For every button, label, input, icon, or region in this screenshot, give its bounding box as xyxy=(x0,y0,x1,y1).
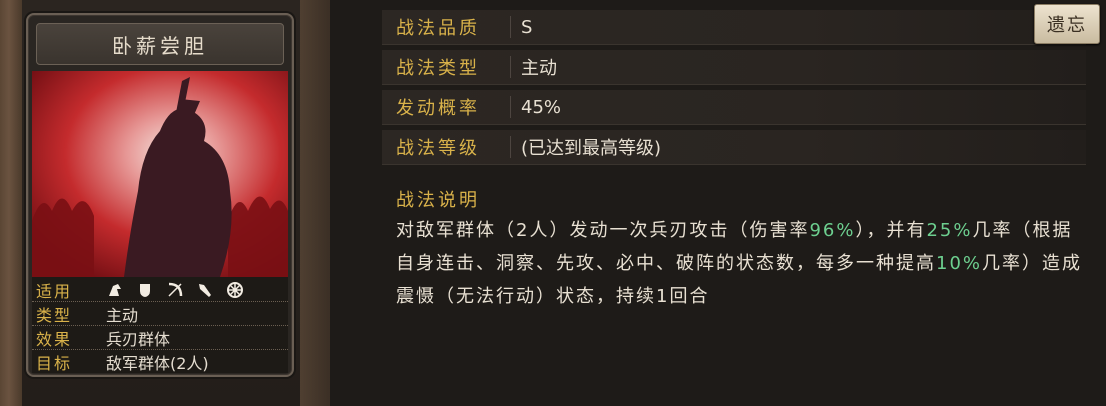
description-body: 对敌军群体（2人）发动一次兵刃攻击（伤害率96%），并有25%几率（根据自身连击… xyxy=(396,214,1086,313)
forget-button-label: 遗忘 xyxy=(1047,15,1087,36)
spear-icon xyxy=(196,281,214,299)
info-value-target: 敌军群体(2人) xyxy=(106,354,209,373)
card-artwork xyxy=(32,71,288,277)
desc-highlight-chance: 25% xyxy=(926,220,973,241)
info-label-target: 目标 xyxy=(36,354,73,373)
desc-highlight-bonus: 10% xyxy=(936,253,983,274)
siege-wheel-icon xyxy=(226,281,244,299)
separator xyxy=(510,56,511,78)
prop-row-level: 战法等级 (已达到最高等级) xyxy=(382,130,1086,165)
prop-label-chance: 发动概率 xyxy=(396,98,480,119)
desc-text: 对敌军群体（2人）发动一次兵刃攻击（伤害率 xyxy=(396,220,810,241)
separator xyxy=(510,16,511,38)
info-row-effect: 效果 兵刃群体 xyxy=(32,327,288,349)
prop-row-quality: 战法品质 S xyxy=(382,10,1086,45)
info-label-type: 类型 xyxy=(36,306,73,325)
tactic-detail-panel: 战法品质 S 战法类型 主动 发动概率 45% 战法等级 (已达到最高等级) 遗… xyxy=(330,0,1106,406)
info-row-target: 目标 敌军群体(2人) xyxy=(32,351,288,373)
info-label-applicable: 适用 xyxy=(36,282,73,301)
description-title: 战法说明 xyxy=(396,190,480,211)
card-info-panel: 适用 类型 主动 效果 兵刃群体 目标 敌军群体(2人) xyxy=(32,277,288,373)
prop-value-level: (已达到最高等级) xyxy=(521,138,662,159)
forget-tactic-button[interactable]: 遗忘 xyxy=(1034,4,1100,44)
desc-text: ），并有 xyxy=(855,220,927,241)
tactic-card[interactable]: 卧薪尝胆 适用 类型 主动 效果 兵刃群体 目标 敌军群体(2人) xyxy=(26,13,294,377)
info-row-type: 类型 主动 xyxy=(32,303,288,325)
card-title-text: 卧薪尝胆 xyxy=(112,33,208,58)
prop-row-chance: 发动概率 45% xyxy=(382,90,1086,125)
prop-value-type: 主动 xyxy=(521,58,557,79)
prop-label-quality: 战法品质 xyxy=(396,18,480,39)
desc-highlight-damage-rate: 96% xyxy=(809,220,856,241)
wood-frame-left xyxy=(0,0,22,406)
troop-type-icons xyxy=(106,281,244,299)
prop-label-type: 战法类型 xyxy=(396,58,480,79)
card-title: 卧薪尝胆 xyxy=(36,23,284,65)
bow-icon xyxy=(166,281,184,299)
prop-label-level: 战法等级 xyxy=(396,138,480,159)
info-label-effect: 效果 xyxy=(36,330,73,349)
separator xyxy=(510,96,511,118)
prop-value-quality: S xyxy=(521,16,533,38)
wood-divider xyxy=(300,0,330,406)
separator xyxy=(510,136,511,158)
shield-icon xyxy=(136,281,154,299)
prop-row-type: 战法类型 主动 xyxy=(382,50,1086,85)
cavalry-icon xyxy=(106,281,124,299)
info-value-type: 主动 xyxy=(106,306,139,325)
info-value-effect: 兵刃群体 xyxy=(106,330,171,349)
info-row-applicable: 适用 xyxy=(32,279,288,301)
prop-value-chance: 45% xyxy=(521,96,562,118)
